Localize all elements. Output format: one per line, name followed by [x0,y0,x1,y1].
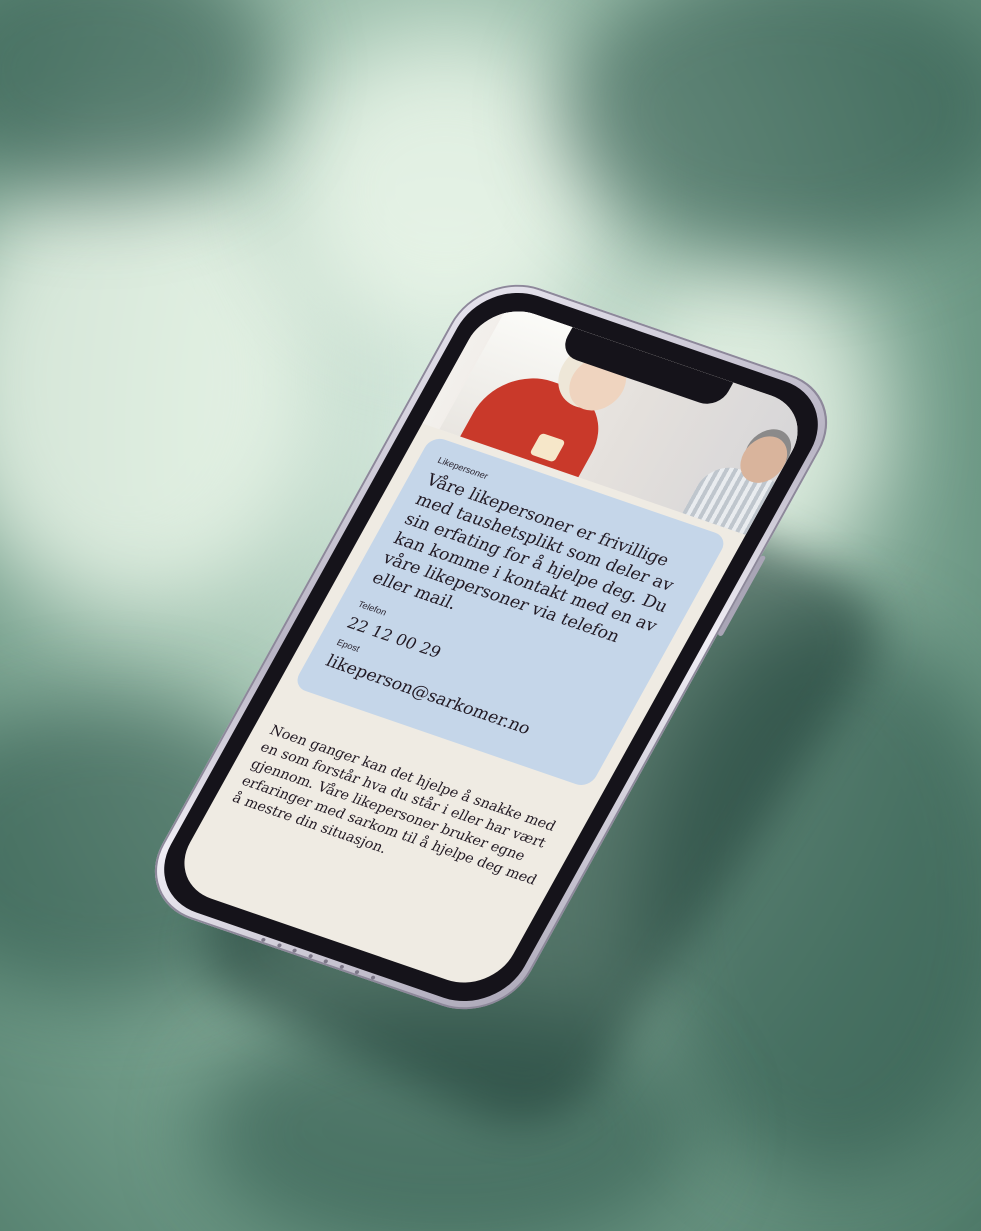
background-scene: Likepersoner Våre likepersoner er frivil… [0,0,981,1231]
